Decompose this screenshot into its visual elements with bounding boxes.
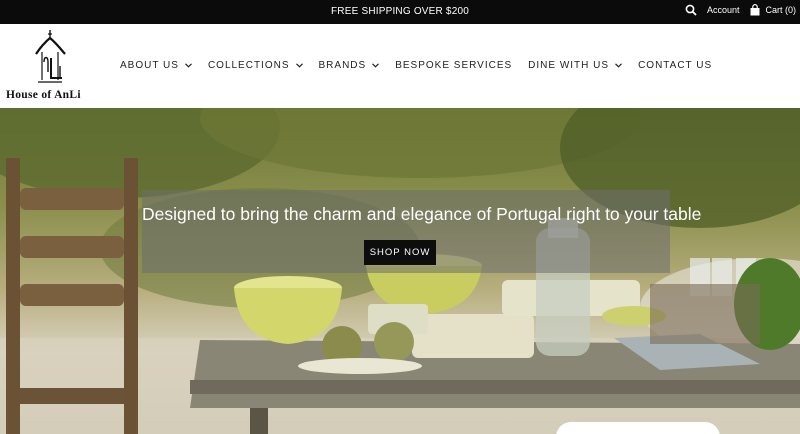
chat-widget-tab[interactable] (556, 422, 720, 434)
logo-wordmark: House of AnLi (6, 89, 81, 101)
nav-collections[interactable]: COLLECTIONS (208, 60, 303, 71)
nav-about-us-label: ABOUT US (120, 60, 179, 71)
nav-dine-with-us[interactable]: DINE WITH US (528, 60, 622, 71)
account-link[interactable]: Account (707, 5, 740, 15)
chevron-down-icon (185, 63, 192, 68)
nav-collections-label: COLLECTIONS (207, 60, 290, 71)
cart-link[interactable]: Cart (0) (749, 4, 796, 16)
hero-banner: Designed to bring the charm and elegance… (0, 108, 800, 434)
announcement-bar: FREE SHIPPING OVER $200 Account Cart (0) (0, 0, 800, 24)
nav-contact-us-label: CONTACT US (638, 60, 713, 71)
utility-links: Account Cart (0) (685, 4, 796, 16)
main-navigation: ABOUT US COLLECTIONS BRANDS BESPOKE SERV… (120, 60, 728, 71)
chevron-down-icon (372, 63, 380, 68)
house-logo-icon (35, 30, 66, 83)
site-logo[interactable]: House of AnLi (4, 28, 100, 104)
search-icon (685, 4, 697, 16)
nav-bespoke-services-label: BESPOKE SERVICES (395, 60, 513, 71)
free-shipping-promo: FREE SHIPPING OVER $200 (331, 6, 469, 17)
hero-caption-box: Designed to bring the charm and elegance… (142, 190, 702, 273)
search-button[interactable] (685, 4, 697, 16)
shopping-bag-icon (750, 4, 760, 16)
nav-about-us[interactable]: ABOUT US (120, 60, 192, 71)
cart-label: Cart (0) (765, 5, 796, 15)
nav-brands-label: BRANDS (318, 60, 367, 71)
site-header: House of AnLi ABOUT US COLLECTIONS BRAND… (0, 24, 800, 108)
nav-dine-with-us-label: DINE WITH US (528, 60, 610, 71)
nav-bespoke-services[interactable]: BESPOKE SERVICES (395, 60, 512, 71)
hero-headline: Designed to bring the charm and elegance… (142, 204, 702, 224)
nav-contact-us[interactable]: CONTACT US (638, 60, 712, 71)
chevron-down-icon (295, 63, 303, 68)
chevron-down-icon (615, 63, 622, 68)
shop-now-button[interactable]: SHOP NOW (364, 240, 436, 265)
nav-brands[interactable]: BRANDS (319, 60, 380, 71)
